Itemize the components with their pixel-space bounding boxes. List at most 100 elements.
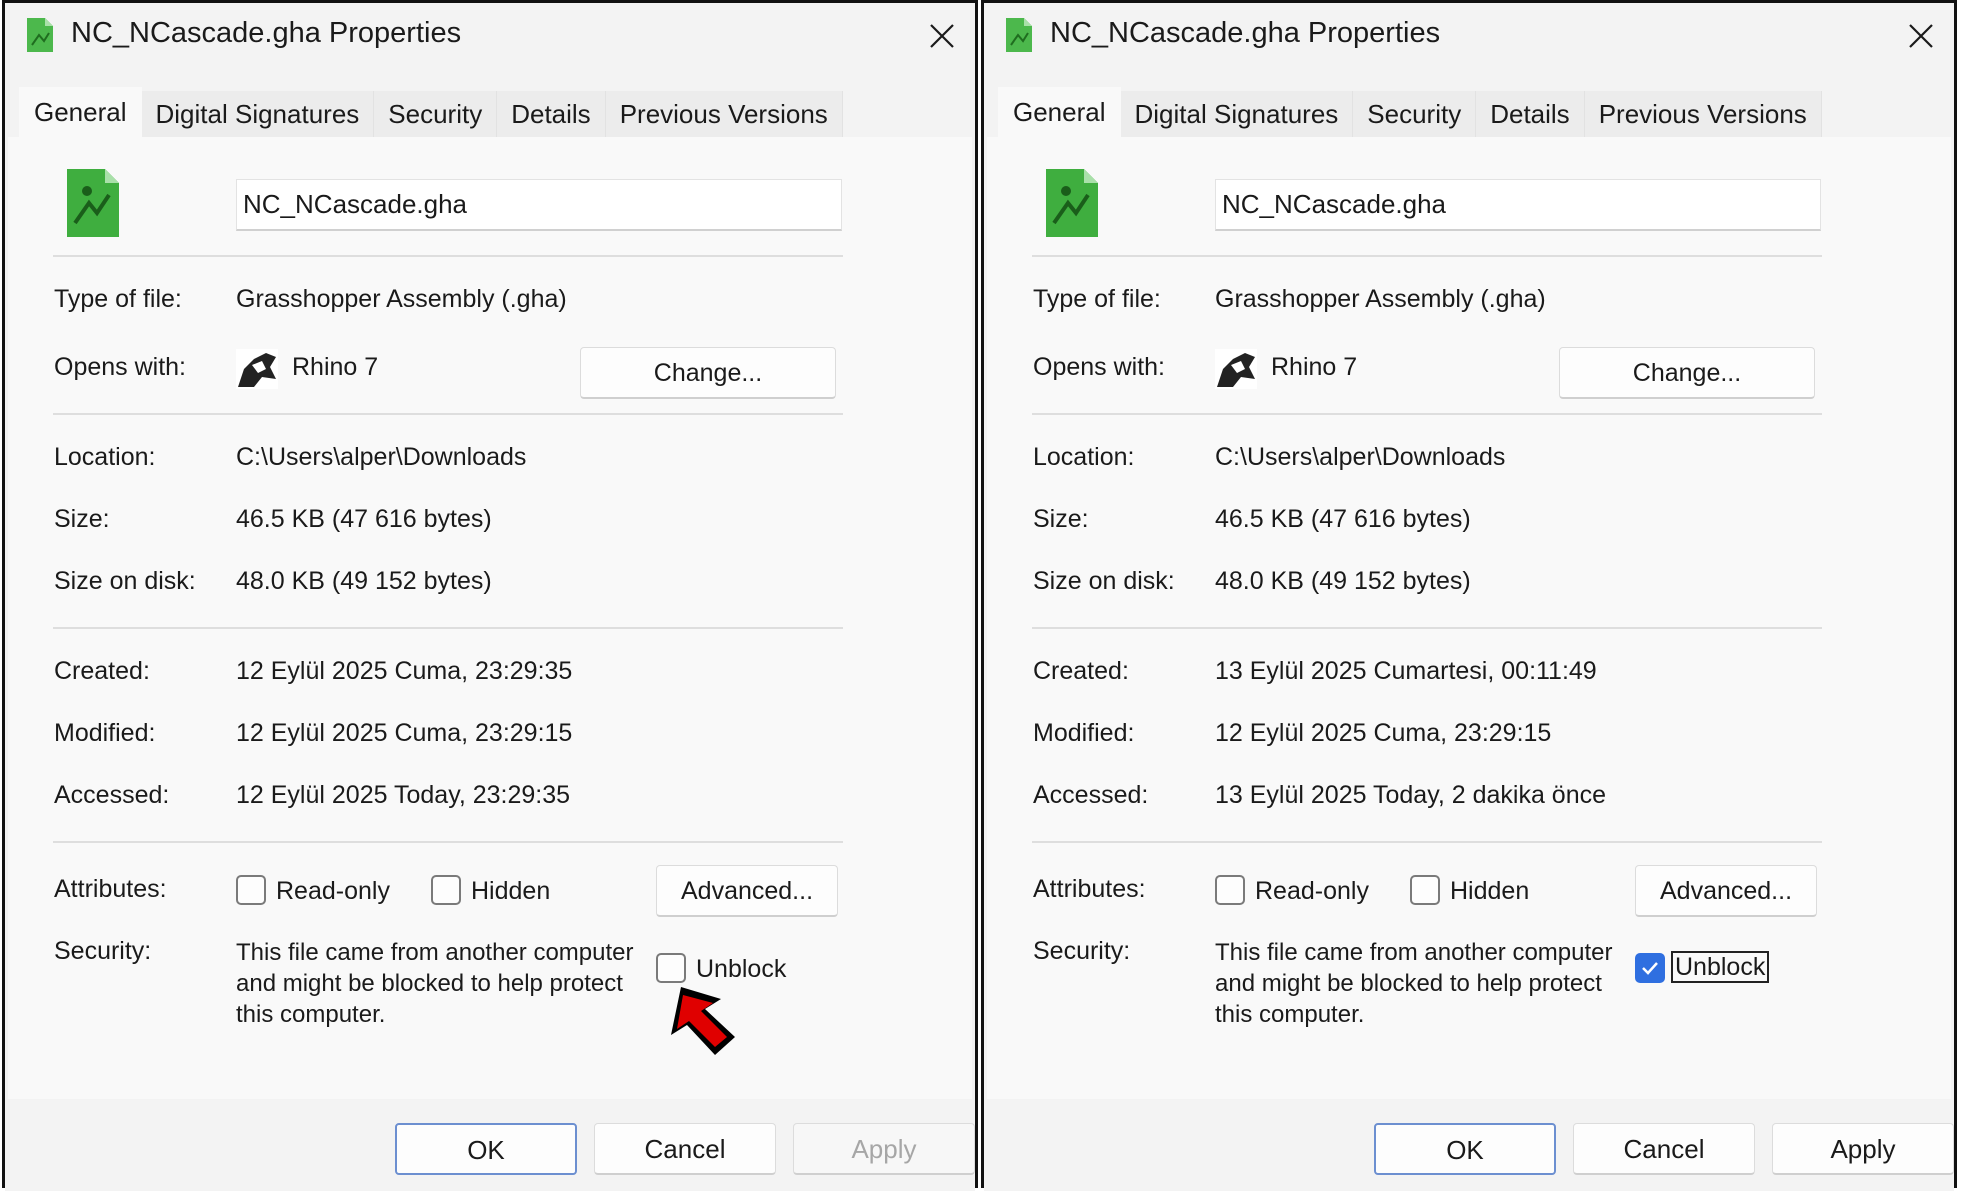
general-tab-panel: Type of file: Grasshopper Assembly (.gha… xyxy=(987,137,1951,1099)
general-tab-panel: Type of file: Grasshopper Assembly (.gha… xyxy=(8,137,972,1099)
gha-file-large-icon xyxy=(1046,169,1098,237)
gha-file-large-icon xyxy=(67,169,119,237)
unblock-label[interactable]: Unblock xyxy=(1670,951,1770,983)
red-arrow-annotation-icon xyxy=(671,987,735,1055)
window-title: NC_NCascade.gha Properties xyxy=(71,17,462,49)
location-value: C:\Users\alper\Downloads xyxy=(1215,443,1506,471)
close-button[interactable] xyxy=(919,13,965,59)
title-bar: NC_NCascade.gha Properties xyxy=(5,3,975,75)
gha-file-icon xyxy=(27,18,53,52)
readonly-label[interactable]: Read-only xyxy=(1255,877,1369,906)
close-icon xyxy=(1909,24,1933,48)
cancel-button[interactable]: Cancel xyxy=(594,1123,776,1175)
security-message: This file came from another computer and… xyxy=(1215,939,1613,1028)
cancel-button[interactable]: Cancel xyxy=(1573,1123,1755,1175)
file-name-field[interactable] xyxy=(236,179,842,231)
opens-with-value: Rhino 7 xyxy=(1271,353,1358,381)
size-on-disk-value: 48.0 KB (49 152 bytes) xyxy=(236,567,492,595)
tab-strip: General Digital Signatures Security Deta… xyxy=(19,87,843,137)
advanced-button[interactable]: Advanced... xyxy=(656,865,838,917)
separator xyxy=(1032,413,1822,415)
separator xyxy=(53,627,843,629)
created-label: Created: xyxy=(54,657,150,685)
unblock-checkbox[interactable] xyxy=(1635,953,1665,983)
size-label: Size: xyxy=(54,505,110,533)
ok-button[interactable]: OK xyxy=(395,1123,577,1175)
location-label: Location: xyxy=(1033,443,1135,471)
type-of-file-label: Type of file: xyxy=(54,285,182,313)
type-of-file-value: Grasshopper Assembly (.gha) xyxy=(1215,285,1546,313)
hidden-checkbox[interactable] xyxy=(431,875,461,905)
tab-previous-versions[interactable]: Previous Versions xyxy=(1584,91,1822,137)
apply-button[interactable]: Apply xyxy=(793,1123,975,1175)
created-value: 12 Eylül 2025 Cuma, 23:29:35 xyxy=(236,657,573,685)
hidden-label[interactable]: Hidden xyxy=(1450,877,1529,906)
tab-details[interactable]: Details xyxy=(497,91,606,137)
security-message: This file came from another computer and… xyxy=(236,939,634,1028)
separator xyxy=(1032,255,1822,257)
properties-dialog-before: NC_NCascade.gha Properties General Digit… xyxy=(2,0,978,1191)
separator xyxy=(53,255,843,257)
opens-with-label: Opens with: xyxy=(54,353,187,381)
type-of-file-label: Type of file: xyxy=(1033,285,1161,313)
apply-button[interactable]: Apply xyxy=(1772,1123,1954,1175)
size-on-disk-label: Size on disk: xyxy=(54,567,196,595)
separator xyxy=(53,413,843,415)
unblock-checkbox[interactable] xyxy=(656,953,686,983)
modified-label: Modified: xyxy=(54,719,156,747)
unblock-label-text[interactable]: Unblock xyxy=(1670,951,1770,983)
rhino-icon xyxy=(1215,349,1257,389)
opens-with-label: Opens with: xyxy=(1033,353,1166,381)
title-bar: NC_NCascade.gha Properties xyxy=(984,3,1954,75)
security-label: Security: xyxy=(54,937,152,965)
size-on-disk-label: Size on disk: xyxy=(1033,567,1175,595)
readonly-label[interactable]: Read-only xyxy=(276,877,390,906)
tab-digital-signatures[interactable]: Digital Signatures xyxy=(141,91,375,137)
tab-details[interactable]: Details xyxy=(1476,91,1585,137)
tab-general[interactable]: General xyxy=(998,87,1121,137)
tab-strip: General Digital Signatures Security Deta… xyxy=(998,87,1822,137)
checkmark-icon xyxy=(1642,962,1658,975)
type-of-file-value: Grasshopper Assembly (.gha) xyxy=(236,285,567,313)
security-label: Security: xyxy=(1033,937,1131,965)
attributes-label: Attributes: xyxy=(54,875,167,903)
location-label: Location: xyxy=(54,443,156,471)
modified-value: 12 Eylül 2025 Cuma, 23:29:15 xyxy=(1215,719,1552,747)
readonly-checkbox[interactable] xyxy=(236,875,266,905)
rhino-icon xyxy=(236,349,278,389)
separator xyxy=(1032,627,1822,629)
change-button[interactable]: Change... xyxy=(580,347,836,399)
dialog-button-bar: OK Cancel Apply xyxy=(5,1099,975,1191)
accessed-value: 13 Eylül 2025 Today, 2 dakika önce xyxy=(1215,781,1607,809)
tab-general[interactable]: General xyxy=(19,87,142,137)
close-icon xyxy=(930,24,954,48)
gha-file-icon xyxy=(1006,18,1032,52)
size-value: 46.5 KB (47 616 bytes) xyxy=(1215,505,1471,533)
separator xyxy=(53,841,843,843)
modified-value: 12 Eylül 2025 Cuma, 23:29:15 xyxy=(236,719,573,747)
advanced-button[interactable]: Advanced... xyxy=(1635,865,1817,917)
created-value: 13 Eylül 2025 Cumartesi, 00:11:49 xyxy=(1215,657,1597,685)
change-button[interactable]: Change... xyxy=(1559,347,1815,399)
separator xyxy=(1032,841,1822,843)
properties-dialog-after: NC_NCascade.gha Properties General Digit… xyxy=(981,0,1957,1191)
size-label: Size: xyxy=(1033,505,1089,533)
hidden-checkbox[interactable] xyxy=(1410,875,1440,905)
file-name-field[interactable] xyxy=(1215,179,1821,231)
tab-digital-signatures[interactable]: Digital Signatures xyxy=(1120,91,1354,137)
tab-security[interactable]: Security xyxy=(374,91,498,137)
tab-previous-versions[interactable]: Previous Versions xyxy=(605,91,843,137)
hidden-label[interactable]: Hidden xyxy=(471,877,550,906)
ok-button[interactable]: OK xyxy=(1374,1123,1556,1175)
opens-with-value: Rhino 7 xyxy=(292,353,379,381)
tab-security[interactable]: Security xyxy=(1353,91,1477,137)
created-label: Created: xyxy=(1033,657,1129,685)
accessed-value: 12 Eylül 2025 Today, 23:29:35 xyxy=(236,781,571,809)
unblock-label[interactable]: Unblock xyxy=(696,955,786,984)
close-button[interactable] xyxy=(1898,13,1944,59)
size-value: 46.5 KB (47 616 bytes) xyxy=(236,505,492,533)
window-title: NC_NCascade.gha Properties xyxy=(1050,17,1441,49)
readonly-checkbox[interactable] xyxy=(1215,875,1245,905)
attributes-label: Attributes: xyxy=(1033,875,1146,903)
location-value: C:\Users\alper\Downloads xyxy=(236,443,527,471)
